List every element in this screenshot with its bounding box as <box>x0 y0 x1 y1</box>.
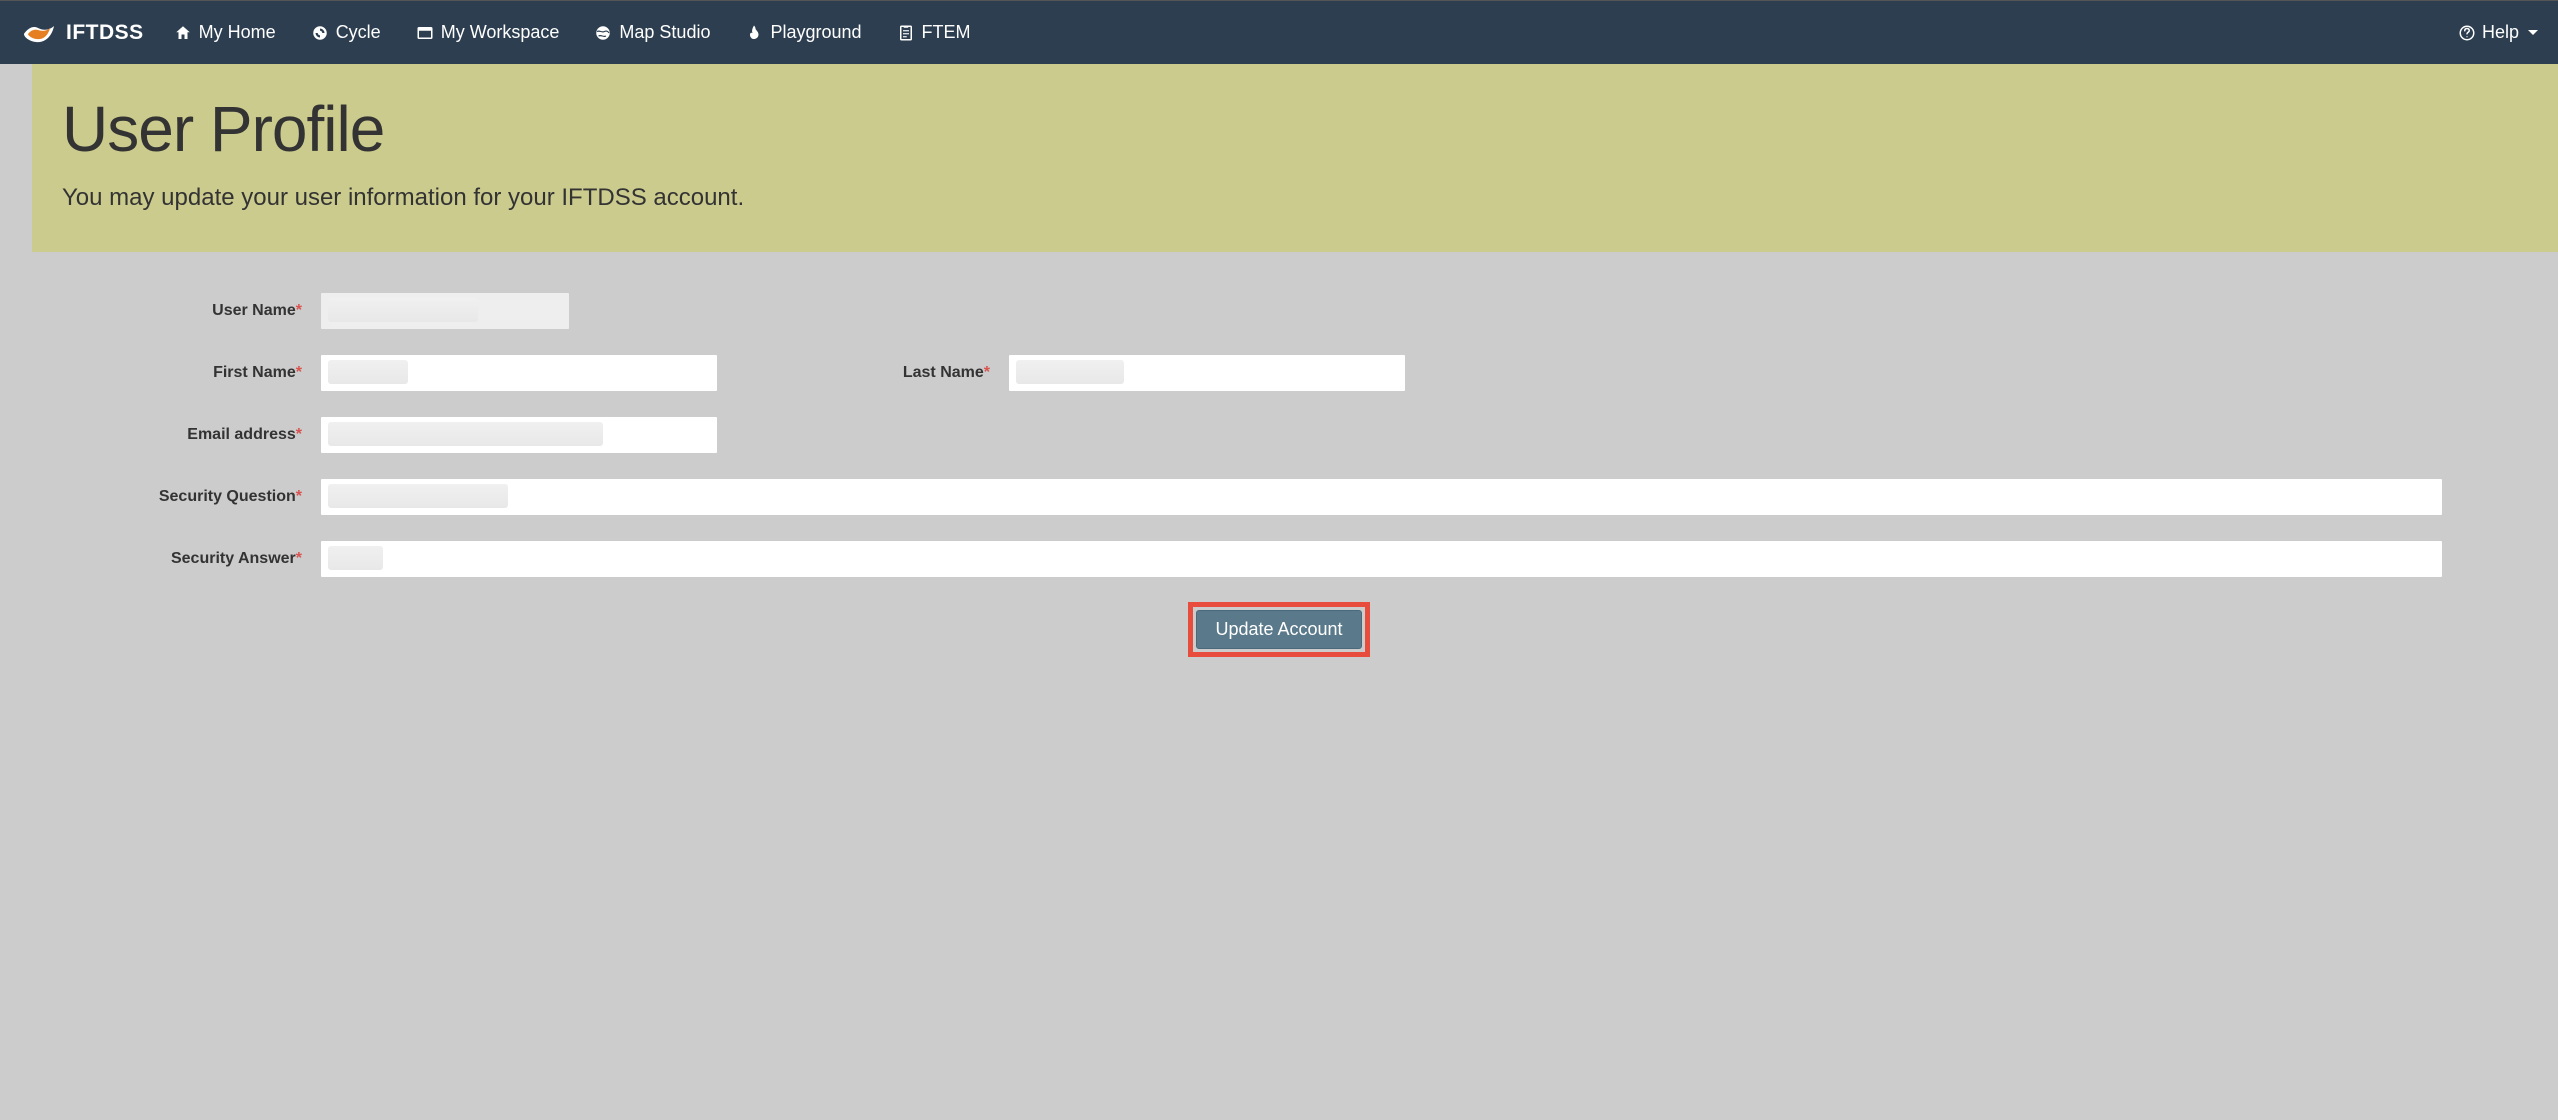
brand-text: IFTDSS <box>66 21 144 45</box>
help-menu[interactable]: Help <box>2458 22 2538 43</box>
security-answer-label: Security Answer* <box>115 550 320 568</box>
redacted-value <box>328 484 508 508</box>
security-question-label: Security Question* <box>115 488 320 506</box>
redacted-value <box>328 546 383 570</box>
cycle-icon <box>311 24 329 42</box>
help-icon <box>2458 24 2476 42</box>
required-star: * <box>296 488 302 505</box>
redacted-value <box>328 360 408 384</box>
nav-map-studio[interactable]: Map Studio <box>594 22 710 43</box>
folder-icon <box>416 24 434 42</box>
nav-items: My Home Cycle My Workspace Map Studio Pl… <box>174 22 971 43</box>
row-name: First Name* Last Name* <box>115 354 2443 392</box>
username-label: User Name* <box>115 302 320 320</box>
nav-cycle[interactable]: Cycle <box>311 22 381 43</box>
profile-form: User Name* First Name* Last Name* Email … <box>0 252 2558 687</box>
nav-label: Playground <box>770 22 861 43</box>
page-title: User Profile <box>62 92 2528 166</box>
update-account-button[interactable]: Update Account <box>1196 610 1361 649</box>
nav-my-home[interactable]: My Home <box>174 22 276 43</box>
email-label: Email address* <box>115 426 320 444</box>
security-question-field[interactable] <box>320 478 2443 516</box>
nav-workspace[interactable]: My Workspace <box>416 22 560 43</box>
redacted-value <box>328 298 478 322</box>
security-answer-field[interactable] <box>320 540 2443 578</box>
nav-playground[interactable]: Playground <box>745 22 861 43</box>
home-icon <box>174 24 192 42</box>
page-subtitle: You may update your user information for… <box>62 184 2528 212</box>
row-security-answer: Security Answer* <box>115 540 2443 578</box>
fire-icon <box>745 24 763 42</box>
redacted-value <box>328 422 603 446</box>
nav-label: My Home <box>199 22 276 43</box>
brand-logo[interactable]: IFTDSS <box>20 20 144 46</box>
required-star: * <box>296 550 302 567</box>
required-star: * <box>296 302 302 319</box>
nav-label: FTEM <box>922 22 971 43</box>
nav-label: Cycle <box>336 22 381 43</box>
caret-down-icon <box>2528 30 2538 35</box>
nav-label: My Workspace <box>441 22 560 43</box>
required-star: * <box>984 364 990 381</box>
help-label: Help <box>2482 22 2519 43</box>
submit-row: Update Account <box>115 602 2443 657</box>
firstname-label: First Name* <box>115 364 320 382</box>
row-email: Email address* <box>115 416 2443 454</box>
page-hero: User Profile You may update your user in… <box>32 64 2558 252</box>
nav-label: Map Studio <box>619 22 710 43</box>
nav-ftem[interactable]: FTEM <box>897 22 971 43</box>
redacted-value <box>1016 360 1124 384</box>
navbar: IFTDSS My Home Cycle My Workspace Map St… <box>0 0 2558 64</box>
nav-right: Help <box>2458 22 2538 43</box>
row-username: User Name* <box>115 292 2443 330</box>
lastname-label: Last Name* <box>718 364 1008 382</box>
required-star: * <box>296 364 302 381</box>
button-highlight: Update Account <box>1188 602 1369 657</box>
flame-icon <box>20 20 56 46</box>
required-star: * <box>296 426 302 443</box>
globe-icon <box>594 24 612 42</box>
row-security-question: Security Question* <box>115 478 2443 516</box>
clipboard-icon <box>897 24 915 42</box>
